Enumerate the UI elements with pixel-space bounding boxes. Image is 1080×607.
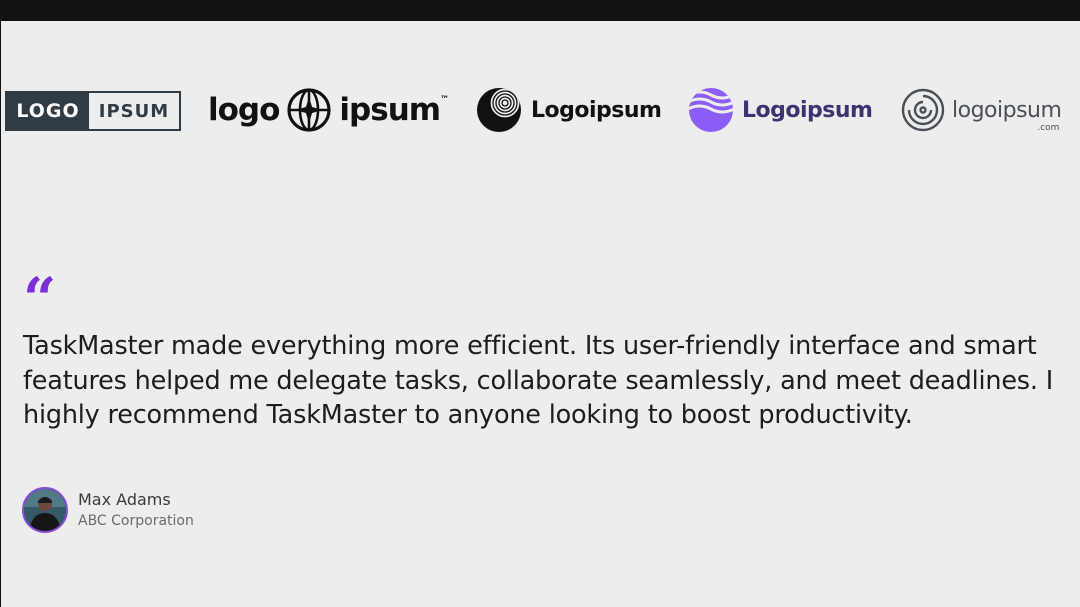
logo-ipsum-globe: logo ipsum ™ [208,87,449,133]
logo-word-ipsum: IPSUM [98,100,170,122]
logo-domain-suffix: .com [1037,122,1060,133]
wave-circle-icon [689,88,733,132]
halftone-sphere-icon [477,88,521,132]
author-company: ABC Corporation [78,513,194,529]
logo-ipsum-box: LOGO IPSUM [5,91,181,131]
globe-icon [287,88,332,132]
logo-spiral: logoipsum .com [900,85,1062,135]
logo-word-ipsum: ipsum [339,92,441,128]
logo-halftone: Logoipsum [475,87,662,133]
quote-mark-icon: “ [23,265,57,333]
logo-word-logo: LOGO [7,93,89,129]
logo-word-logo: logo [208,92,280,128]
avatar [22,487,68,533]
testimonial-author: Max Adams ABC Corporation [22,487,194,533]
testimonial-section: LOGO IPSUM logo ipsum ™ Logoipsum Logoip… [1,21,1080,607]
top-bar [0,0,1080,21]
testimonial-quote: TaskMaster made everything more efficien… [23,331,1054,430]
logo-word: Logoipsum [531,97,662,123]
logo-word: Logoipsum [742,97,873,123]
trademark-mark: ™ [440,95,449,105]
logo-waves: Logoipsum [688,87,873,133]
spiral-icon [901,88,945,132]
logo-word: logoipsum [952,97,1062,123]
author-name: Max Adams [78,490,171,509]
